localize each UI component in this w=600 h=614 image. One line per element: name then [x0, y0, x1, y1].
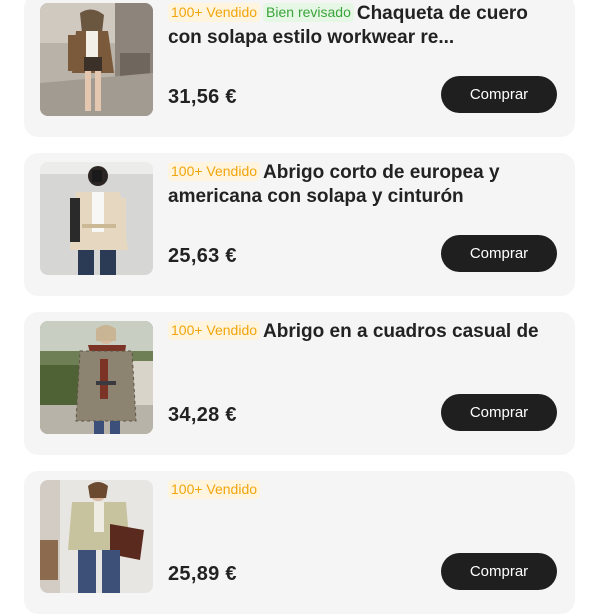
product-card[interactable]: 100+ Vendido 25,89 € Comprar [24, 471, 575, 614]
sold-count-badge: 100+ Vendido [168, 3, 261, 22]
product-info: 100+ Vendido [168, 479, 560, 503]
product-info: 100+ Vendido Abrigo en a cuadros casual d… [168, 320, 560, 344]
woman-in-beige-short-coat-icon[interactable] [40, 162, 153, 275]
product-card[interactable]: 100+ Vendido Bien revisado Chaqueta de cue… [24, 0, 575, 137]
sold-count-badge: 100+ Vendido [168, 480, 261, 499]
buy-button[interactable]: Comprar [441, 235, 557, 272]
product-info: 100+ Vendido Bien revisado Chaqueta de cue… [168, 2, 560, 50]
woman-in-brown-leather-jacket-icon[interactable] [40, 3, 153, 116]
buy-button[interactable]: Comprar [441, 394, 557, 431]
product-info: 100+ Vendido Abrigo corto de europea y am… [168, 161, 560, 209]
sold-count-badge: 100+ Vendido [168, 162, 261, 181]
buy-button[interactable]: Comprar [441, 553, 557, 590]
product-price: 31,56 € [168, 86, 237, 108]
woman-in-green-jacket-icon[interactable] [40, 480, 153, 593]
buy-button[interactable]: Comprar [441, 76, 557, 113]
well-reviewed-badge: Bien revisado [263, 3, 354, 22]
woman-in-plaid-coat-icon[interactable] [40, 321, 153, 434]
product-title[interactable]: Abrigo en a cuadros casual de [263, 321, 539, 342]
sold-count-badge: 100+ Vendido [168, 321, 261, 340]
product-price: 25,89 € [168, 563, 237, 585]
product-price: 34,28 € [168, 404, 237, 426]
product-card[interactable]: 100+ Vendido Abrigo corto de europea y am… [24, 153, 575, 296]
product-price: 25,63 € [168, 245, 237, 267]
product-card[interactable]: 100+ Vendido Abrigo en a cuadros casual d… [24, 312, 575, 455]
